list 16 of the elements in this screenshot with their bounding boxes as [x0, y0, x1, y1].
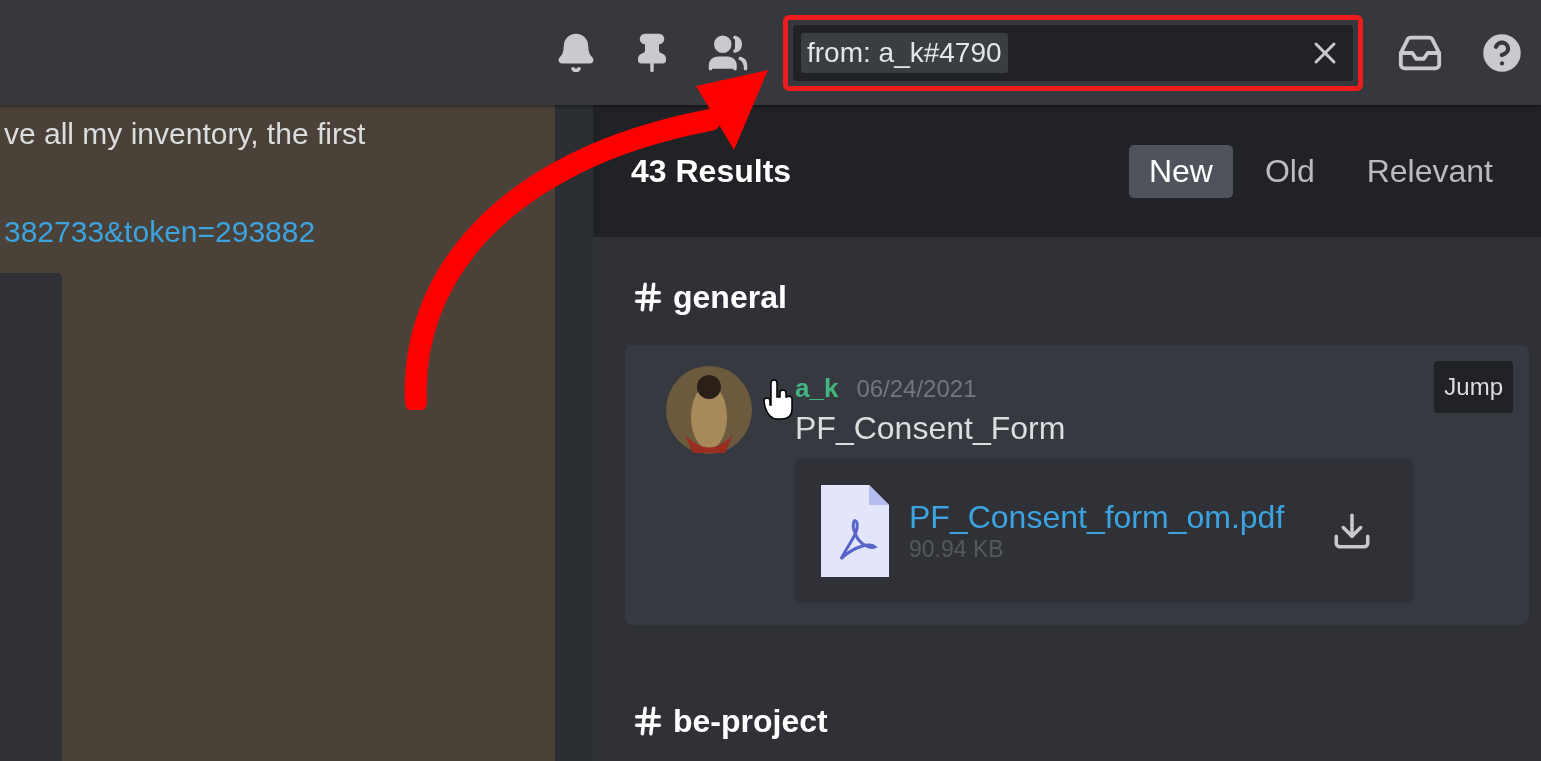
chat-link[interactable]: 382733&token=293882	[0, 215, 555, 259]
hand-cursor-icon	[763, 379, 793, 421]
sort-tab[interactable]: New	[1128, 144, 1233, 198]
message-text: PF_Consent_Form	[795, 410, 1067, 447]
channel-name: general	[673, 278, 787, 316]
jump-button[interactable]: Jump	[1434, 361, 1513, 413]
sort-tab[interactable]: Relevant	[1346, 144, 1513, 198]
search-field[interactable]: from: a_k#4790	[793, 24, 1353, 81]
file-link[interactable]: PF_Consent_form_om.pdf	[909, 499, 1313, 536]
sort-tab[interactable]: Old	[1244, 144, 1335, 198]
results-count: 43 Results	[631, 152, 792, 190]
channel-name: be-project	[673, 702, 828, 740]
chat-message: ve all my inventory, the first	[3, 116, 367, 152]
message-date: 06/24/2021	[856, 375, 977, 403]
author-name[interactable]: a_k	[795, 373, 839, 404]
pdf-file-icon	[819, 483, 891, 579]
